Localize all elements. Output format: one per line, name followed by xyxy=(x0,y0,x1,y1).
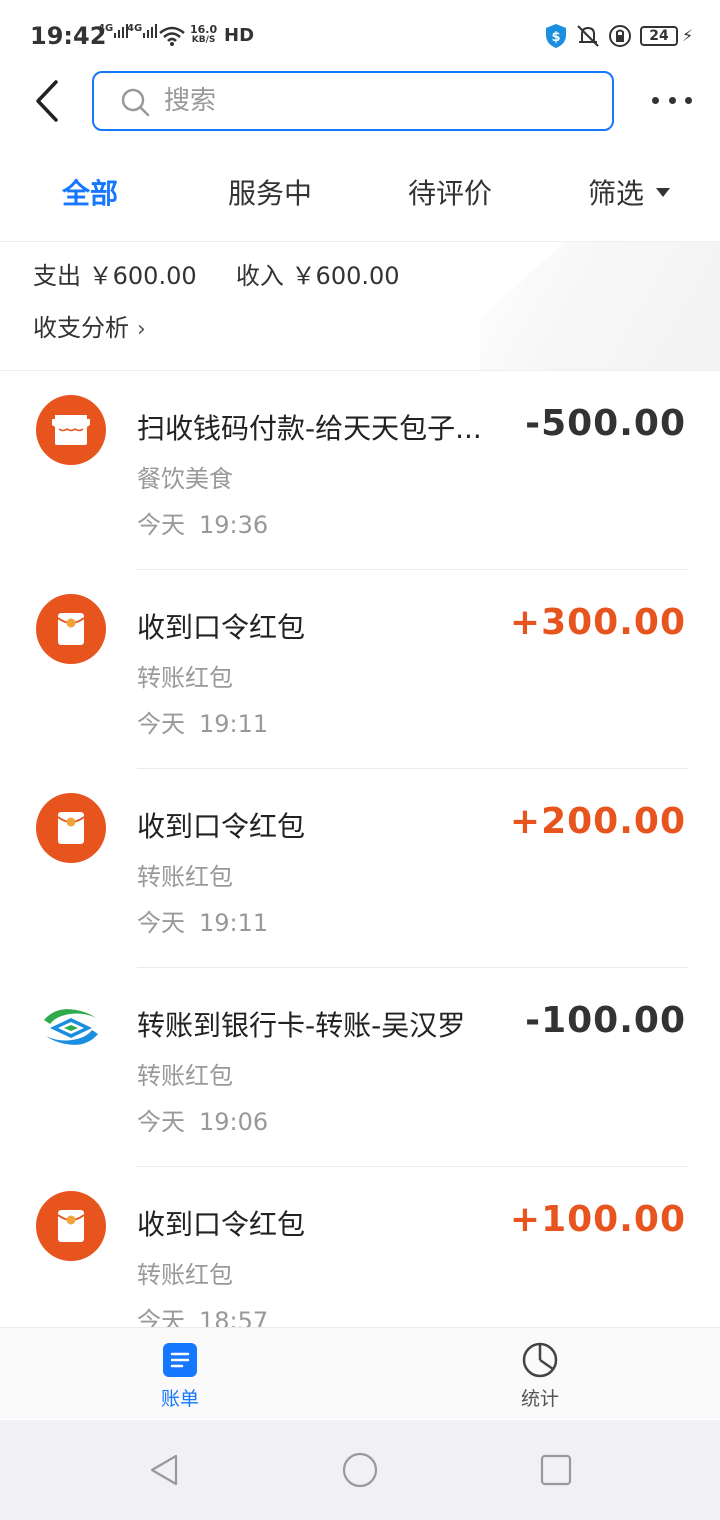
shop-icon xyxy=(36,395,106,465)
nav-recents-icon[interactable] xyxy=(538,1452,574,1488)
back-arrow-icon xyxy=(36,80,58,122)
transaction-title: 扫收钱码付款-给天天包子... xyxy=(137,412,482,445)
red-envelope-icon xyxy=(36,1191,106,1261)
caret-down-icon xyxy=(656,187,671,197)
system-nav-bar xyxy=(0,1420,720,1520)
transaction-title: 转账到银行卡-转账-吴汉罗 xyxy=(137,1009,466,1042)
shield-icon: $ xyxy=(546,24,566,48)
battery-icon: 24 xyxy=(640,26,678,46)
transaction-clock: 18:57 xyxy=(199,1307,269,1327)
search-icon xyxy=(121,88,150,117)
bottom-tab-bill[interactable]: 账单 xyxy=(140,1342,220,1411)
transaction-date: 今天 xyxy=(137,1307,185,1327)
transaction-time: 今天 19:36 xyxy=(137,505,268,540)
red-envelope-icon xyxy=(36,793,106,863)
expense-value: ￥600.00 xyxy=(88,262,197,290)
net-speed: 16.0 KB/S xyxy=(190,24,217,46)
transaction-title: 收到口令红包 xyxy=(137,1208,306,1241)
mute-icon xyxy=(577,25,599,47)
red-envelope-icon xyxy=(36,594,106,664)
pie-chart-icon xyxy=(522,1342,558,1378)
transaction-category: 转账红包 xyxy=(137,1261,233,1289)
bank-logo-icon xyxy=(36,992,106,1062)
chevron-right-icon: › xyxy=(137,317,146,342)
tab-filter-label: 筛选 xyxy=(588,177,645,210)
svg-text:$: $ xyxy=(551,30,560,45)
lock-rotation-icon xyxy=(609,25,631,47)
transaction-date: 今天 xyxy=(137,1108,185,1136)
transaction-title: 收到口令红包 xyxy=(137,810,306,843)
transaction-row[interactable]: 扫收钱码付款-给天天包子... -500.00 餐饮美食 今天 19:36 xyxy=(0,371,720,570)
bill-icon xyxy=(163,1343,197,1377)
back-button[interactable] xyxy=(28,78,68,124)
transaction-date: 今天 xyxy=(137,511,185,539)
dot-icon xyxy=(685,96,692,104)
transaction-category: 转账红包 xyxy=(137,664,233,692)
transaction-row[interactable]: 收到口令红包 +100.00 转账红包 今天 18:57 xyxy=(0,1167,720,1327)
tab-pending-review[interactable]: 待评价 xyxy=(408,172,492,212)
transaction-category: 餐饮美食 xyxy=(137,465,233,493)
transaction-time: 今天 19:11 xyxy=(137,704,268,739)
signal-icon: 4G xyxy=(98,23,129,38)
dot-icon xyxy=(652,96,659,104)
transaction-title: 收到口令红包 xyxy=(137,611,306,644)
transaction-amount: +200.00 xyxy=(509,801,686,842)
summary-totals: 支出 ￥600.00 收入 ￥600.00 xyxy=(33,256,400,291)
transaction-amount: +100.00 xyxy=(509,1199,686,1240)
net-speed-value: 16.0 xyxy=(190,23,218,36)
tab-in-service[interactable]: 服务中 xyxy=(228,172,312,212)
wifi-icon xyxy=(159,26,185,46)
charging-icon: ⚡ xyxy=(682,26,694,45)
bottom-tab-stats[interactable]: 统计 xyxy=(500,1342,580,1411)
nav-home-icon[interactable] xyxy=(342,1452,378,1488)
transaction-date: 今天 xyxy=(137,909,185,937)
transaction-time: 今天 19:11 xyxy=(137,903,268,938)
search-input[interactable] xyxy=(164,83,594,119)
signal-icon: 4G xyxy=(127,23,158,38)
transaction-category: 转账红包 xyxy=(137,863,233,891)
transaction-row[interactable]: 转账到银行卡-转账-吴汉罗 -100.00 转账红包 今天 19:06 xyxy=(0,968,720,1167)
transaction-amount: +300.00 xyxy=(509,602,686,643)
analysis-link[interactable]: 收支分析 › xyxy=(33,308,146,343)
transaction-list: 扫收钱码付款-给天天包子... -500.00 餐饮美食 今天 19:36 收到口… xyxy=(0,371,720,1327)
transaction-row[interactable]: 收到口令红包 +200.00 转账红包 今天 19:11 xyxy=(0,769,720,968)
search-bar[interactable] xyxy=(92,71,614,131)
filter-tabs: 全部 服务中 待评价 筛选 xyxy=(0,172,720,222)
tab-all[interactable]: 全部 xyxy=(62,172,118,212)
analysis-label: 收支分析 xyxy=(33,314,129,342)
net-speed-unit: KB/S xyxy=(191,35,216,45)
transaction-clock: 19:11 xyxy=(199,909,269,937)
transaction-row[interactable]: 收到口令红包 +300.00 转账红包 今天 19:11 xyxy=(0,570,720,769)
income-value: ￥600.00 xyxy=(291,262,400,290)
transaction-clock: 19:36 xyxy=(199,511,269,539)
decorative-background xyxy=(480,242,720,370)
bottom-tab-bar: 账单 统计 xyxy=(0,1327,720,1419)
nav-back-icon[interactable] xyxy=(146,1452,182,1488)
tab-filter[interactable]: 筛选 xyxy=(588,172,671,212)
income-label: 收入 xyxy=(235,262,284,290)
transaction-date: 今天 xyxy=(137,710,185,738)
bottom-tab-stats-label: 统计 xyxy=(520,1388,559,1410)
signal-label: 4G xyxy=(127,23,143,34)
status-bar: 19:42 4G 4G 16.0 KB/S HD $ 24 ⚡ xyxy=(0,0,720,70)
status-time: 19:42 xyxy=(30,22,107,50)
battery-level: 24 xyxy=(649,28,669,44)
dot-icon xyxy=(668,96,676,104)
transaction-clock: 19:06 xyxy=(199,1108,269,1136)
summary-panel: 支出 ￥600.00 收入 ￥600.00 收支分析 › xyxy=(0,242,720,370)
signal-label: 4G xyxy=(98,23,114,34)
hd-icon: HD xyxy=(224,25,255,46)
bottom-tab-bill-label: 账单 xyxy=(160,1388,199,1410)
transaction-amount: -500.00 xyxy=(525,403,686,444)
more-options-button[interactable] xyxy=(652,90,692,110)
transaction-clock: 19:11 xyxy=(199,710,269,738)
transaction-category: 转账红包 xyxy=(137,1062,233,1090)
transaction-amount: -100.00 xyxy=(525,1000,686,1041)
transaction-time: 今天 18:57 xyxy=(137,1301,268,1327)
expense-label: 支出 xyxy=(33,262,81,290)
transaction-time: 今天 19:06 xyxy=(137,1102,268,1137)
